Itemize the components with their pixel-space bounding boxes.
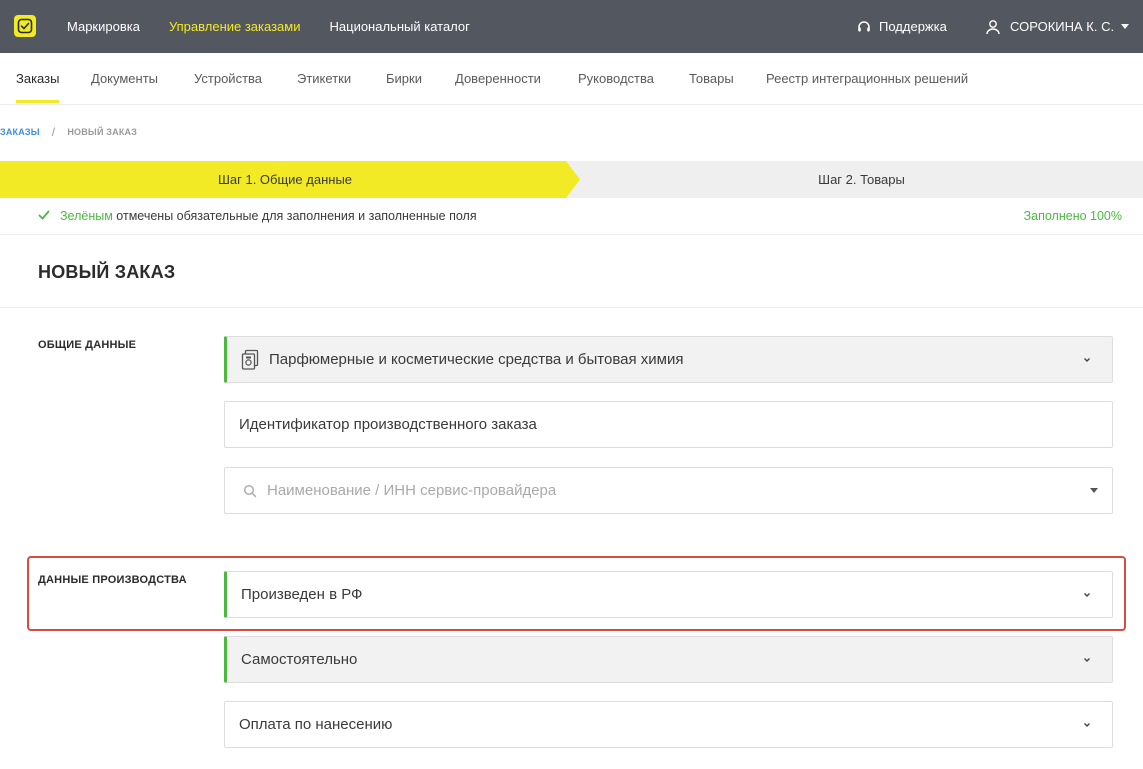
breadcrumb-orders-link[interactable]: ЗАКАЗЫ	[0, 127, 40, 137]
tab-orders[interactable]: Заказы	[16, 53, 60, 105]
user-menu[interactable]: СОРОКИНА К. С.	[985, 0, 1130, 53]
search-icon	[243, 484, 257, 497]
hint-rest: отмечены обязательные для заполнения и з…	[112, 209, 477, 223]
headset-icon	[858, 20, 870, 31]
required-fields-hint: Зелёным отмечены обязательные для заполн…	[60, 209, 477, 223]
product-group-value: Парфюмерные и косметические средства и б…	[269, 351, 684, 368]
logo-icon	[17, 18, 33, 34]
user-name: СОРОКИНА К. С.	[1010, 19, 1115, 34]
tab-guides[interactable]: Руководства	[578, 53, 654, 105]
top-nav: Маркировка Управление заказами Националь…	[67, 0, 499, 53]
release-method-select[interactable]: Самостоятельно	[224, 636, 1113, 683]
origin-select[interactable]: Произведен в РФ	[224, 571, 1113, 618]
payment-type-select[interactable]: Оплата по нанесению	[224, 701, 1113, 748]
tab-powers-of-attorney[interactable]: Доверенности	[455, 53, 541, 105]
wizard-steps: Шаг 1. Общие данные Шаг 2. Товары	[0, 161, 1143, 198]
chevron-down-icon	[1084, 358, 1090, 362]
section-production-label: ДАННЫЕ ПРОИЗВОДСТВА	[38, 574, 187, 586]
support-label: Поддержка	[879, 19, 947, 34]
breadcrumb-separator: /	[51, 125, 56, 139]
chevron-down-icon	[1084, 723, 1090, 727]
tab-goods[interactable]: Товары	[689, 53, 734, 105]
breadcrumb: ЗАКАЗЫ / НОВЫЙ ЗАКАЗ	[0, 125, 137, 139]
app-logo[interactable]	[14, 15, 36, 37]
tab-labels[interactable]: Этикетки	[297, 53, 351, 105]
service-provider-search[interactable]: Наименование / ИНН сервис-провайдера	[224, 467, 1113, 514]
payment-type-value: Оплата по нанесению	[239, 716, 393, 733]
chevron-down-icon	[1084, 658, 1090, 662]
production-order-id-placeholder: Идентификатор производственного заказа	[239, 416, 537, 433]
divider	[0, 307, 1143, 308]
support-link[interactable]: Поддержка	[857, 0, 947, 53]
step-2-goods[interactable]: Шаг 2. Товары	[580, 161, 1143, 198]
top-nav-marking[interactable]: Маркировка	[67, 19, 140, 34]
release-method-value: Самостоятельно	[241, 651, 358, 668]
page-title: НОВЫЙ ЗАКАЗ	[38, 262, 176, 282]
check-icon	[38, 210, 50, 220]
product-group-icon	[241, 349, 259, 370]
product-group-select[interactable]: Парфюмерные и косметические средства и б…	[224, 336, 1113, 383]
top-bar: Маркировка Управление заказами Националь…	[0, 0, 1143, 53]
origin-value: Произведен в РФ	[241, 586, 363, 603]
step-1-general[interactable]: Шаг 1. Общие данные	[0, 161, 580, 198]
production-order-id-input[interactable]: Идентификатор производственного заказа	[224, 401, 1113, 448]
top-nav-national-catalog[interactable]: Национальный каталог	[330, 19, 470, 34]
filled-percent: Заполнено 100%	[1023, 209, 1122, 223]
tab-tags[interactable]: Бирки	[386, 53, 422, 105]
sub-nav: Заказы Документы Устройства Этикетки Бир…	[0, 53, 1143, 105]
green-word: Зелёным	[60, 209, 113, 223]
breadcrumb-current: НОВЫЙ ЗАКАЗ	[67, 127, 138, 137]
service-provider-placeholder: Наименование / ИНН сервис-провайдера	[267, 482, 557, 499]
top-nav-order-management[interactable]: Управление заказами	[169, 19, 301, 34]
tab-documents[interactable]: Документы	[91, 53, 158, 105]
caret-down-icon	[1121, 24, 1130, 29]
section-general-label: ОБЩИЕ ДАННЫЕ	[38, 339, 137, 351]
tab-devices[interactable]: Устройства	[194, 53, 262, 105]
caret-down-icon	[1090, 488, 1098, 493]
tab-integration-registry[interactable]: Реестр интеграционных решений	[766, 53, 968, 105]
completion-info: Зелёным отмечены обязательные для заполн…	[0, 198, 1143, 235]
user-icon	[986, 19, 1000, 34]
chevron-down-icon	[1084, 593, 1090, 597]
